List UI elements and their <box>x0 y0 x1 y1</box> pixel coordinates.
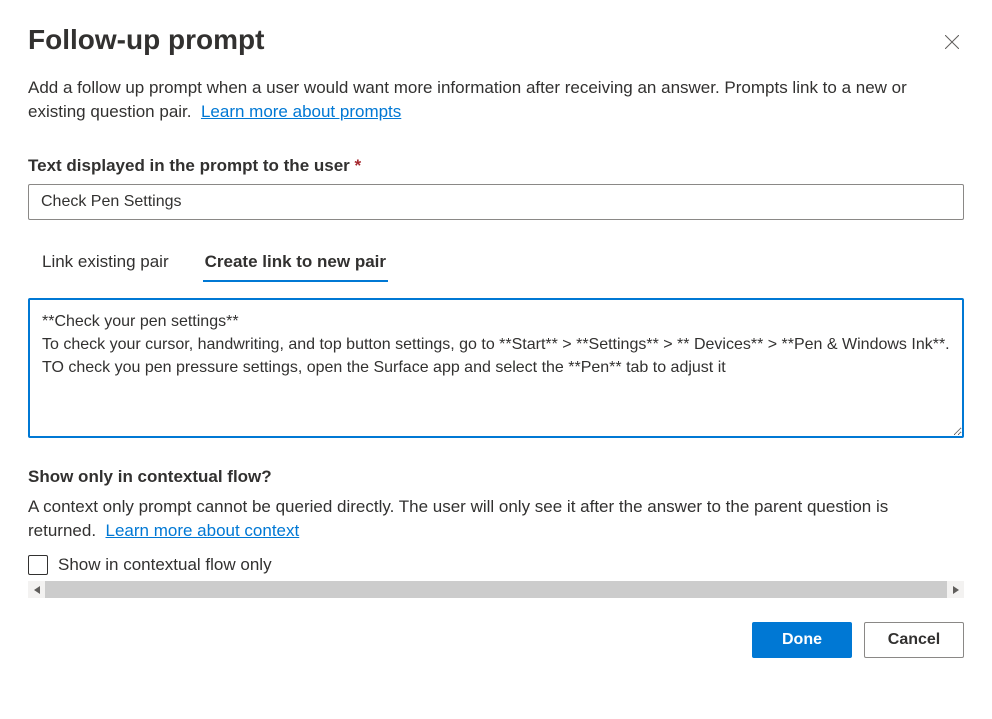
done-button[interactable]: Done <box>752 622 852 658</box>
contextual-checkbox-row: Show in contextual flow only <box>28 555 964 575</box>
display-text-label: Text displayed in the prompt to the user… <box>28 156 964 176</box>
contextual-heading: Show only in contextual flow? <box>28 467 964 487</box>
contextual-checkbox-label: Show in contextual flow only <box>58 555 272 575</box>
close-icon <box>945 35 959 49</box>
close-button[interactable] <box>940 30 964 54</box>
answer-textarea[interactable] <box>28 298 964 438</box>
horizontal-scrollbar[interactable] <box>28 581 964 598</box>
scroll-track[interactable] <box>45 581 947 598</box>
chevron-left-icon <box>34 586 40 594</box>
dialog-buttons: Done Cancel <box>28 622 964 658</box>
tabs: Link existing pair Create link to new pa… <box>28 244 964 282</box>
scroll-left-arrow[interactable] <box>28 581 45 598</box>
display-text-input[interactable] <box>28 184 964 220</box>
required-asterisk: * <box>355 156 362 175</box>
cancel-button[interactable]: Cancel <box>864 622 964 658</box>
tab-create-new[interactable]: Create link to new pair <box>203 244 388 282</box>
dialog-description: Add a follow up prompt when a user would… <box>28 76 964 124</box>
dialog-title: Follow-up prompt <box>28 24 264 56</box>
learn-more-context-link[interactable]: Learn more about context <box>106 521 300 540</box>
scroll-right-arrow[interactable] <box>947 581 964 598</box>
description-text: Add a follow up prompt when a user would… <box>28 78 907 121</box>
tab-link-existing[interactable]: Link existing pair <box>40 244 171 282</box>
chevron-right-icon <box>953 586 959 594</box>
learn-more-prompts-link[interactable]: Learn more about prompts <box>201 102 401 121</box>
contextual-checkbox[interactable] <box>28 555 48 575</box>
contextual-description: A context only prompt cannot be queried … <box>28 495 964 543</box>
display-text-label-text: Text displayed in the prompt to the user <box>28 156 350 175</box>
